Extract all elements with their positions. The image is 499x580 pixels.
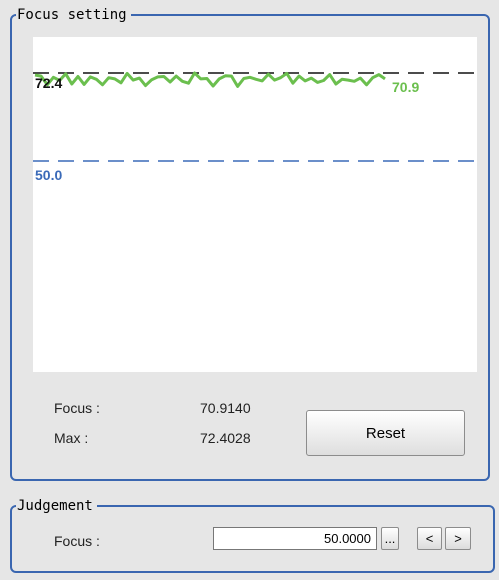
ellipsis-button[interactable]: ... [381,527,399,550]
focus-value: 70.9140 [200,400,251,416]
focus-setting-title: Focus setting [16,6,131,24]
focus-series-line [34,71,386,88]
max-value: 72.4028 [200,430,251,446]
threshold-line-label: 50.0 [35,167,62,183]
decrement-button[interactable]: < [417,527,442,550]
max-label: Max : [54,430,89,446]
reset-button[interactable]: Reset [306,410,465,456]
judgement-focus-label: Focus : [54,533,100,549]
focus-threshold-input[interactable]: 50.0000 [213,527,377,550]
focus-label: Focus : [54,400,100,416]
judgement-title: Judgement [16,497,97,515]
max-line-label: 72.4 [35,75,62,91]
judgement-group: Judgement Focus : 50.0000 ... < > [10,497,495,573]
focus-graph: 72.4 70.9 50.0 [33,37,477,372]
focus-setting-group: Focus setting 72.4 70.9 50.0 Focus : 70.91… [10,6,490,481]
focus-chart: 72.4 70.9 50.0 [33,71,477,183]
current-value-label: 70.9 [392,79,419,95]
increment-button[interactable]: > [445,527,471,550]
